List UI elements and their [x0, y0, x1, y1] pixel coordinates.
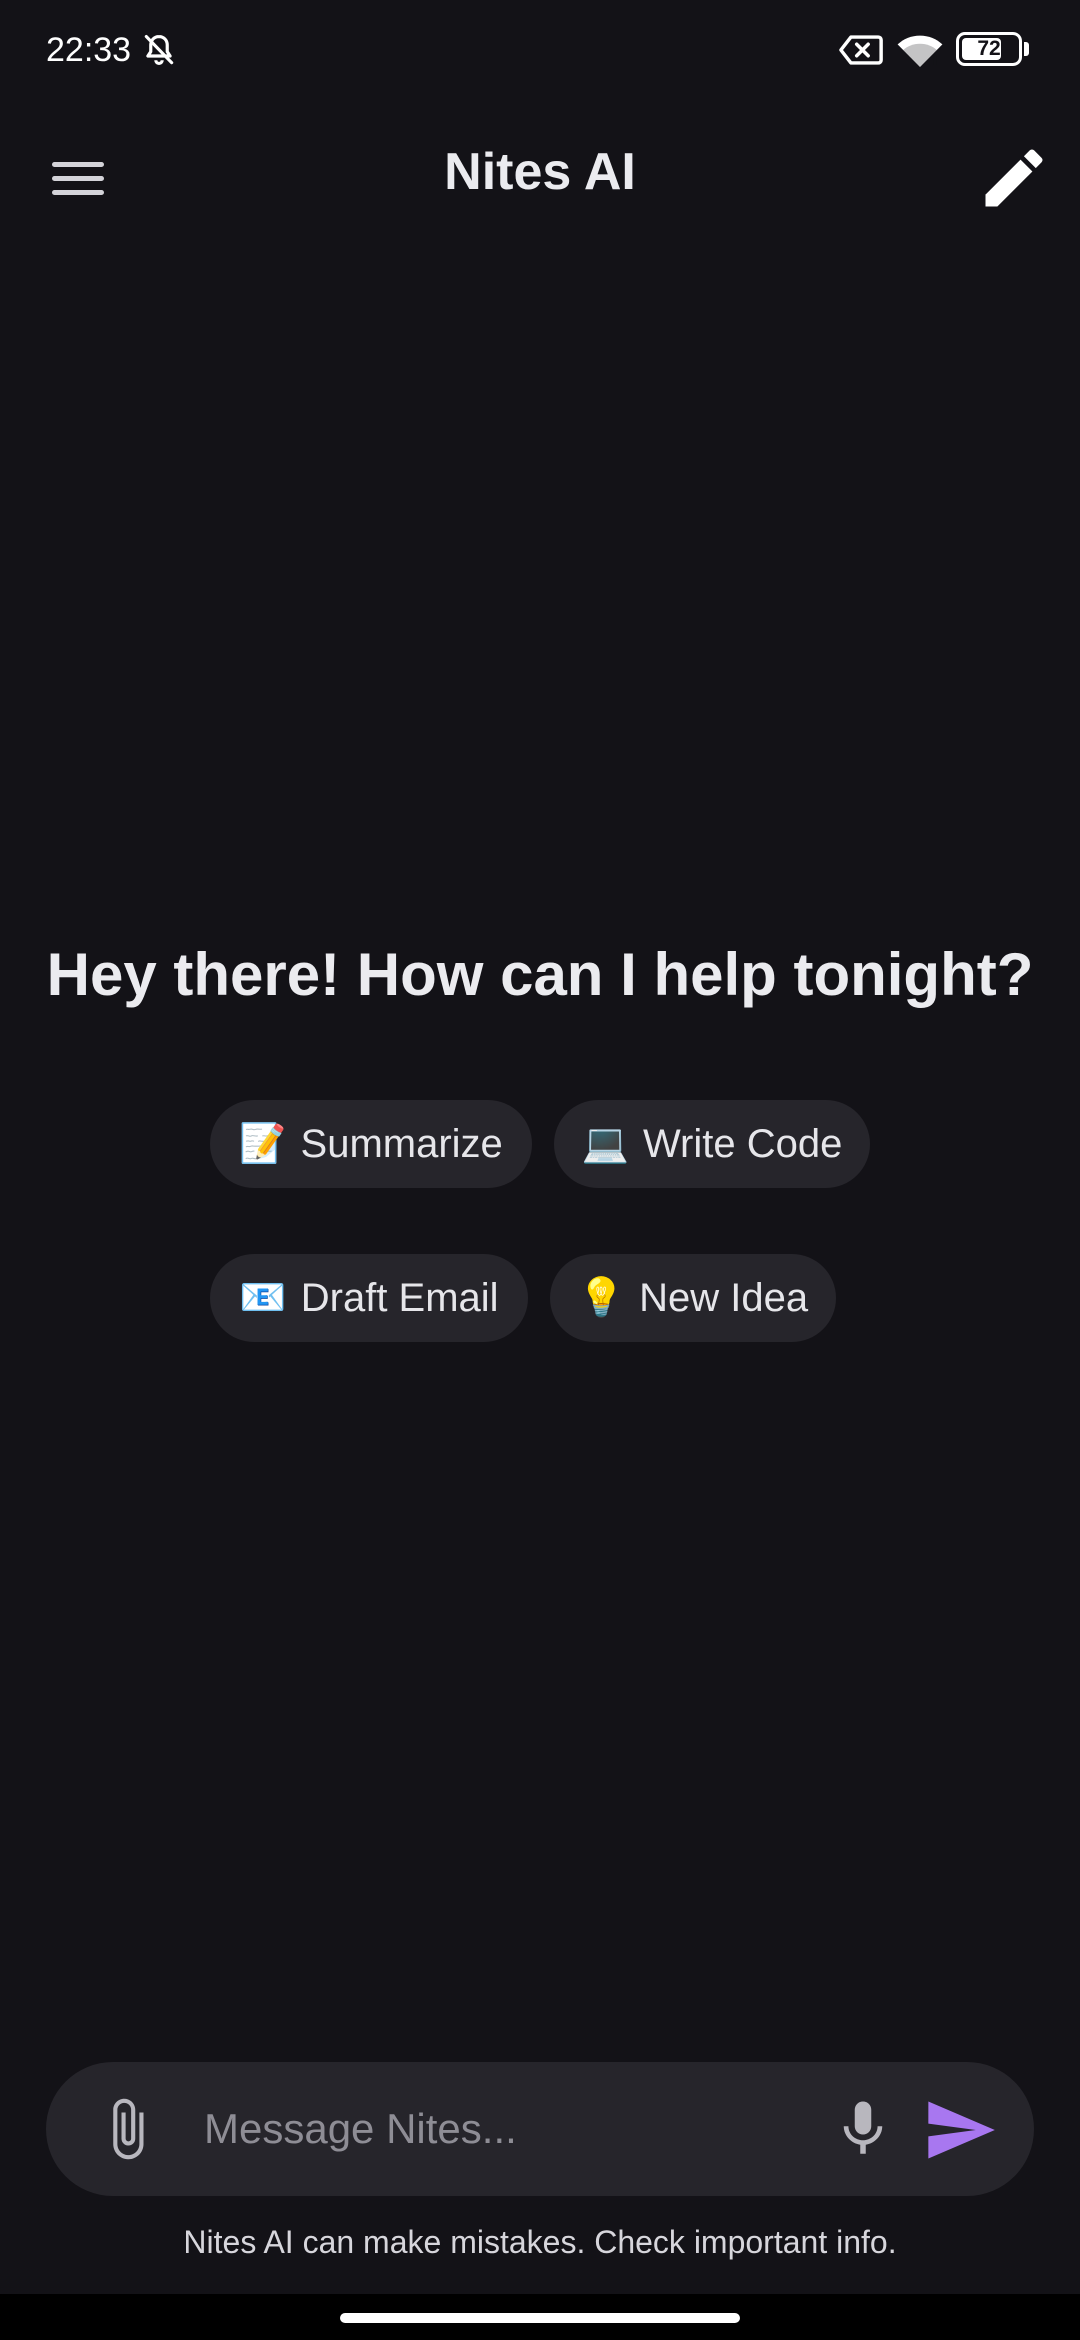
sim-disabled-icon	[838, 32, 884, 68]
laptop-icon: 💻	[581, 1123, 629, 1165]
home-indicator[interactable]	[340, 2313, 740, 2323]
suggestion-chip-new-idea[interactable]: 💡 New Idea	[550, 1254, 836, 1342]
chip-label: Draft Email	[300, 1275, 499, 1320]
message-composer	[46, 2062, 1034, 2196]
suggestion-chip-draft-email[interactable]: 📧 Draft Email	[210, 1254, 528, 1342]
email-icon: 📧	[239, 1277, 287, 1319]
battery-cap	[1024, 42, 1029, 56]
wifi-icon	[896, 30, 944, 70]
attach-button[interactable]	[94, 2096, 160, 2162]
lightbulb-icon: 💡	[577, 1277, 626, 1319]
battery-body: 72	[956, 32, 1022, 66]
greeting-text: Hey there! How can I help tonight?	[46, 941, 1034, 1008]
send-button[interactable]	[922, 2092, 998, 2168]
paperclip-icon	[94, 2096, 160, 2162]
suggestion-chip-summarize[interactable]: 📝 Summarize	[210, 1100, 532, 1188]
chip-label: Write Code	[642, 1121, 843, 1166]
app-header: Nites AI	[0, 120, 1080, 220]
page-title: Nites AI	[444, 143, 636, 201]
microphone-icon	[830, 2096, 896, 2162]
new-chat-button[interactable]	[976, 140, 1052, 216]
status-bar: 22:33 72	[0, 0, 1080, 100]
memo-icon: 📝	[239, 1123, 287, 1165]
send-icon	[922, 2092, 998, 2168]
chip-label: New Idea	[639, 1275, 809, 1320]
pencil-icon	[976, 140, 1052, 216]
chip-label: Summarize	[300, 1121, 503, 1166]
battery-level: 72	[977, 37, 1001, 60]
microphone-button[interactable]	[830, 2096, 896, 2162]
bell-off-icon	[140, 30, 178, 70]
status-time: 22:33	[46, 31, 132, 69]
disclaimer-text: Nites AI can make mistakes. Check import…	[183, 2224, 897, 2260]
suggestion-chip-write-code[interactable]: 💻 Write Code	[554, 1100, 870, 1188]
message-input[interactable]	[204, 2094, 824, 2164]
